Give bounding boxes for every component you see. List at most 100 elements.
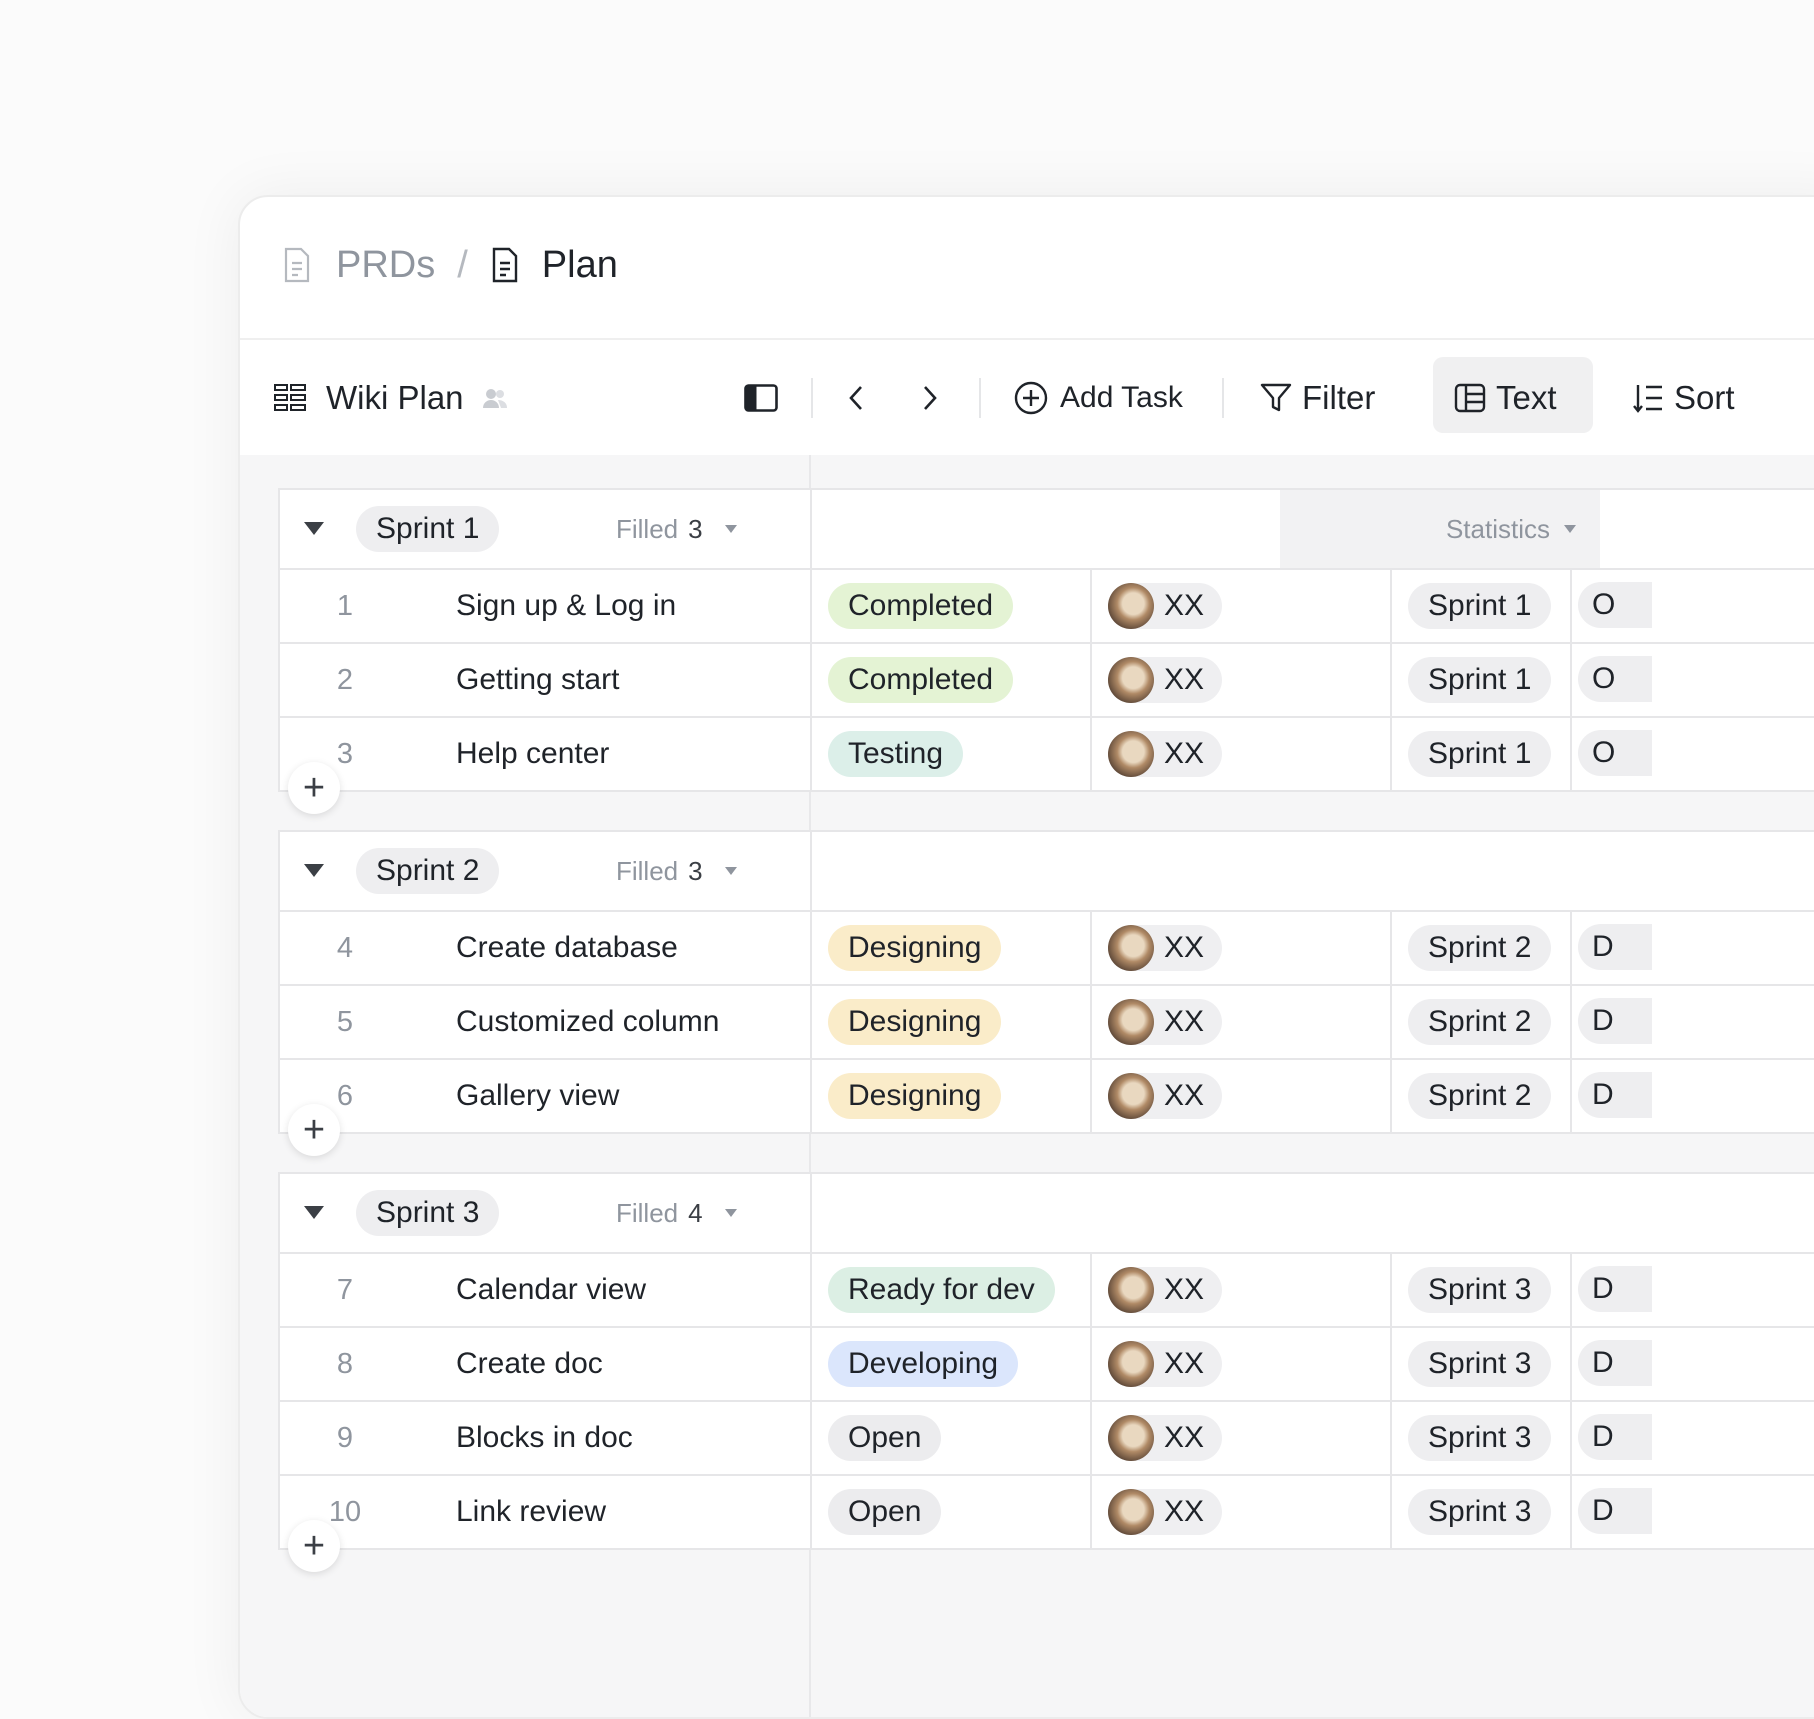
sort-label: Sort	[1674, 378, 1735, 416]
assignee-cell[interactable]: XX	[1108, 1060, 1223, 1132]
avatar	[1108, 999, 1154, 1045]
sprint-cell[interactable]: Sprint 2	[1408, 912, 1552, 984]
task-title[interactable]: Blocks in doc	[456, 1402, 633, 1474]
table-row[interactable]: 4 Create database Designing XX Sprint 2 …	[278, 912, 1814, 986]
status-cell[interactable]: Open	[828, 1402, 942, 1474]
sprint-cell[interactable]: Sprint 1	[1408, 644, 1552, 716]
sidebar-icon	[744, 383, 778, 412]
text-button[interactable]: Text	[1454, 340, 1557, 455]
next-column-tag: D	[1578, 1340, 1652, 1386]
statistics-header[interactable]: Statistics	[1280, 490, 1600, 568]
table-row[interactable]: 7 Calendar view Ready for dev XX Sprint …	[278, 1254, 1814, 1328]
sprint-cell[interactable]: Sprint 2	[1408, 986, 1552, 1058]
row-number: 2	[336, 663, 354, 696]
avatar	[1108, 1489, 1154, 1535]
sprint-cell[interactable]: Sprint 2	[1408, 1060, 1552, 1132]
sprint-tag: Sprint 2	[1408, 999, 1552, 1045]
group-filled-summary[interactable]: Filled 3	[616, 832, 737, 910]
task-title[interactable]: Sign up & Log in	[456, 570, 676, 642]
assignee-cell[interactable]: XX	[1108, 1402, 1223, 1474]
add-row-button[interactable]: +	[288, 762, 340, 814]
avatar	[1108, 583, 1154, 629]
add-row-button[interactable]: +	[288, 1520, 340, 1572]
task-title[interactable]: Create doc	[456, 1328, 603, 1400]
assignee-cell[interactable]: XX	[1108, 570, 1223, 642]
status-cell[interactable]: Completed	[828, 570, 1014, 642]
avatar	[1108, 925, 1154, 971]
avatar	[1108, 1341, 1154, 1387]
assignee-cell[interactable]: XX	[1108, 644, 1223, 716]
next-column-tag: O	[1578, 730, 1652, 776]
sidebar-toggle-button[interactable]	[744, 340, 778, 455]
table-row[interactable]: 1 Sign up & Log in Completed XX Sprint 1…	[278, 570, 1814, 644]
status-cell[interactable]: Completed	[828, 644, 1014, 716]
table-row[interactable]: 6 Gallery view Designing XX Sprint 2 D	[278, 1060, 1814, 1134]
breadcrumb-current[interactable]: Plan	[542, 244, 618, 287]
toolbar: Wiki Plan Add Task Filter Text Sort	[240, 340, 1814, 455]
table-row[interactable]: 8 Create doc Developing XX Sprint 3 D	[278, 1328, 1814, 1402]
task-title[interactable]: Gallery view	[456, 1060, 619, 1132]
task-title[interactable]: Link review	[456, 1476, 606, 1548]
status-badge: Completed	[828, 657, 1014, 703]
collapse-caret-icon[interactable]	[304, 522, 324, 535]
table-row[interactable]: 2 Getting start Completed XX Sprint 1 O	[278, 644, 1814, 718]
sprint-tag: Sprint 1	[1408, 657, 1552, 703]
prev-button[interactable]	[848, 340, 864, 455]
add-task-button[interactable]: Add Task	[1014, 340, 1183, 455]
shared-users-icon	[482, 388, 507, 408]
breadcrumb-parent[interactable]: PRDs	[336, 244, 435, 287]
table-row[interactable]: 9 Blocks in doc Open XX Sprint 3 D	[278, 1402, 1814, 1476]
sort-button[interactable]: Sort	[1632, 340, 1735, 455]
sprint-cell[interactable]: Sprint 3	[1408, 1476, 1552, 1548]
table-grid: Sprint 1 Filled 3 Statistics 1 Sign up & …	[240, 455, 1814, 1717]
sprint-cell[interactable]: Sprint 3	[1408, 1254, 1552, 1326]
collapse-caret-icon[interactable]	[304, 864, 324, 877]
status-cell[interactable]: Testing	[828, 718, 964, 790]
avatar	[1108, 1415, 1154, 1461]
next-column-tag: O	[1578, 582, 1652, 628]
status-cell[interactable]: Designing	[828, 912, 1002, 984]
sprint-cell[interactable]: Sprint 3	[1408, 1402, 1552, 1474]
collapse-caret-icon[interactable]	[304, 1206, 324, 1219]
row-number: 9	[336, 1421, 354, 1454]
sprint-tag: Sprint 2	[1408, 925, 1552, 971]
assignee-cell[interactable]: XX	[1108, 718, 1223, 790]
assignee-pill: XX	[1108, 999, 1223, 1045]
status-cell[interactable]: Open	[828, 1476, 942, 1548]
assignee-cell[interactable]: XX	[1108, 986, 1223, 1058]
status-badge: Designing	[828, 999, 1002, 1045]
assignee-cell[interactable]: XX	[1108, 1476, 1223, 1548]
task-title[interactable]: Getting start	[456, 644, 619, 716]
next-button[interactable]	[922, 340, 938, 455]
group-filled-summary[interactable]: Filled 4	[616, 1174, 737, 1252]
status-cell[interactable]: Designing	[828, 986, 1002, 1058]
group-filled-summary[interactable]: Filled 3	[616, 490, 737, 568]
view-switcher[interactable]: Wiki Plan	[274, 340, 508, 455]
sprint-cell[interactable]: Sprint 3	[1408, 1328, 1552, 1400]
task-title[interactable]: Calendar view	[456, 1254, 646, 1326]
assignee-cell[interactable]: XX	[1108, 1328, 1223, 1400]
task-title[interactable]: Customized column	[456, 986, 719, 1058]
task-title[interactable]: Help center	[456, 718, 609, 790]
dropdown-caret-icon	[724, 867, 737, 875]
avatar	[1108, 731, 1154, 777]
sprint-cell[interactable]: Sprint 1	[1408, 718, 1552, 790]
status-cell[interactable]: Developing	[828, 1328, 1019, 1400]
status-cell[interactable]: Ready for dev	[828, 1254, 1055, 1326]
assignee-cell[interactable]: XX	[1108, 1254, 1223, 1326]
next-column-tag: D	[1578, 1488, 1652, 1534]
table-row[interactable]: 3 Help center Testing XX Sprint 1 O	[278, 718, 1814, 792]
assignee-pill: XX	[1108, 583, 1223, 629]
add-row-button[interactable]: +	[288, 1104, 340, 1156]
task-title[interactable]: Create database	[456, 912, 678, 984]
status-badge: Open	[828, 1415, 942, 1461]
status-cell[interactable]: Designing	[828, 1060, 1002, 1132]
row-number: 7	[336, 1273, 354, 1306]
sprint-cell[interactable]: Sprint 1	[1408, 570, 1552, 642]
status-badge: Completed	[828, 583, 1014, 629]
table-row[interactable]: 10 Link review Open XX Sprint 3 D	[278, 1476, 1814, 1550]
assignee-cell[interactable]: XX	[1108, 912, 1223, 984]
sort-icon	[1633, 384, 1662, 413]
table-row[interactable]: 5 Customized column Designing XX Sprint …	[278, 986, 1814, 1060]
filter-button[interactable]: Filter	[1260, 340, 1375, 455]
